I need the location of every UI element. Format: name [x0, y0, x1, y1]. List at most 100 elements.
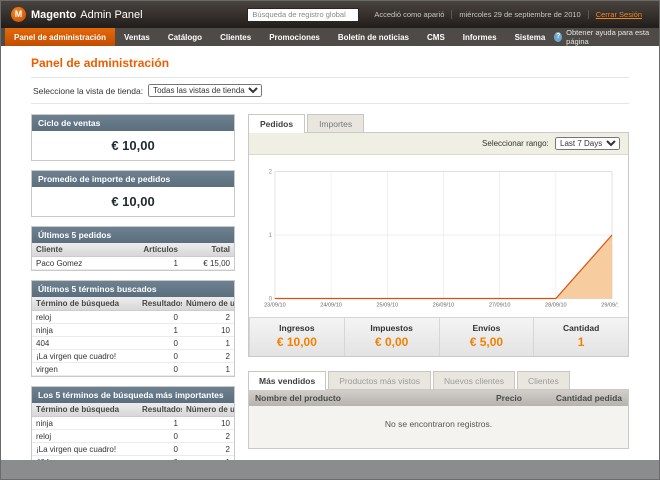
- stat-label: Cantidad: [562, 323, 600, 333]
- svg-text:23/09/10: 23/09/10: [264, 302, 286, 308]
- logout-link[interactable]: Cerrar Sesión: [587, 10, 649, 19]
- stat-item: Cantidad 1: [533, 318, 628, 356]
- search-results: 0: [138, 349, 182, 363]
- content-area: Panel de administración Seleccione la vi…: [1, 46, 659, 460]
- page-title: Panel de administración: [31, 56, 170, 70]
- search-term-row[interactable]: ¡La virgen que cuadro! 0 2: [32, 349, 234, 363]
- search-uses: 2: [182, 429, 234, 443]
- global-search-input[interactable]: [247, 7, 360, 22]
- tab-label: Clientes: [528, 376, 559, 386]
- order-items: 1: [138, 256, 182, 270]
- grid-tab[interactable]: Nuevos clientes: [433, 371, 516, 389]
- nav-item-label: Panel de administración: [14, 32, 107, 42]
- nav-item[interactable]: Panel de administración: [5, 28, 116, 46]
- products-table: Nombre del producto Precio Cantidad pedi…: [249, 390, 628, 448]
- help-link[interactable]: ? Obtener ayuda para esta página: [554, 28, 655, 46]
- search-term-row[interactable]: reloj 0 2: [32, 310, 234, 324]
- search-term-row[interactable]: reloj 0 2: [32, 429, 234, 443]
- col-header: Número de usos: [182, 403, 234, 417]
- magento-logo-icon: M: [11, 7, 26, 22]
- svg-text:27/09/10: 27/09/10: [489, 302, 511, 308]
- col-header: Total: [182, 243, 234, 257]
- nav-item[interactable]: CMS: [418, 28, 454, 46]
- last-orders-panel: Últimos 5 pedidos Cliente Artículos Tota…: [31, 226, 235, 271]
- nav-list: Panel de administración Ventas Catálogo …: [5, 28, 554, 46]
- col-header: Artículos: [138, 243, 182, 257]
- search-term: reloj: [32, 429, 138, 443]
- nav-item-label: Sistema: [514, 32, 546, 42]
- store-view-select[interactable]: Todas las vistas de tienda: [148, 84, 263, 97]
- search-term-row[interactable]: ¡La virgen que cuadro! 0 2: [32, 442, 234, 456]
- nav-item[interactable]: Ventas: [115, 28, 159, 46]
- tab-label: Pedidos: [260, 119, 294, 129]
- stat-value: 1: [577, 335, 585, 349]
- average-orders-panel: Promedio de importe de pedidos € 10,00: [31, 170, 235, 217]
- dashboard-main: Pedidos Importes Seleccionar rango: Last…: [248, 114, 629, 460]
- top-search-terms-table: Término de búsqueda Resultados Número de…: [32, 403, 234, 460]
- search-results: 0: [138, 336, 182, 350]
- svg-text:25/09/10: 25/09/10: [376, 302, 398, 308]
- nav-item-label: Clientes: [220, 32, 252, 42]
- magento-admin-screen: M MagentoAdmin Panel Accedió como aparió…: [0, 0, 660, 480]
- search-term: 404: [32, 336, 138, 350]
- average-orders-value: € 10,00: [111, 194, 155, 209]
- search-term-row[interactable]: virgen 0 1: [32, 362, 234, 376]
- nav-item[interactable]: Sistema: [506, 28, 555, 46]
- lifetime-sales-panel: Ciclo de ventas € 10,00: [31, 114, 235, 161]
- search-results: 1: [138, 416, 182, 430]
- search-term-row[interactable]: ninja 1 10: [32, 323, 234, 337]
- nav-item[interactable]: Clientes: [211, 28, 260, 46]
- nav-item-label: Promociones: [269, 32, 320, 42]
- svg-text:1: 1: [269, 233, 273, 239]
- stat-value: € 10,00: [276, 335, 317, 349]
- order-customer: Paco Gomez: [32, 256, 138, 270]
- col-header: Precio: [438, 390, 528, 406]
- header-right: Accedió como aparió miércoles 29 de sept…: [247, 7, 649, 22]
- brand-name: Magento: [31, 8, 77, 21]
- last-search-terms-panel: Últimos 5 términos buscados Término de b…: [31, 280, 235, 377]
- nav-item[interactable]: Catálogo: [159, 28, 211, 46]
- search-term: ¡La virgen que cuadro!: [32, 442, 138, 456]
- app-title: Magento Admin Panel: [31, 9, 143, 21]
- range-select[interactable]: Last 7 Days: [555, 137, 620, 150]
- grid-tab[interactable]: Clientes: [517, 371, 570, 389]
- nav-item[interactable]: Boletín de noticias: [329, 28, 418, 46]
- svg-text:28/09/10: 28/09/10: [545, 302, 567, 308]
- search-uses: 1: [182, 362, 234, 376]
- search-term-row[interactable]: 404 0 1: [32, 336, 234, 350]
- chart-svg: 01223/09/10 24/09/10 25/09/10 26/09/10 27/09…: [264, 170, 618, 309]
- col-header: Número de usos: [182, 297, 234, 311]
- lifetime-sales-value: € 10,00: [111, 138, 155, 153]
- diagram-tab[interactable]: Importes: [307, 114, 365, 132]
- diagram-tabs: Pedidos Importes: [248, 114, 629, 133]
- tab-label: Importes: [319, 119, 353, 129]
- col-header: Resultados: [138, 297, 182, 311]
- last-search-terms-table: Término de búsqueda Resultados Número de…: [32, 297, 234, 376]
- empty-grid-message: No se encontraron registros.: [249, 406, 628, 448]
- search-uses: 2: [182, 442, 234, 456]
- store-view-label: Seleccione la vista de tienda:: [33, 85, 144, 96]
- totals-bar: Ingresos € 10,00 Impuestos € 0,00 Envíos: [249, 317, 628, 356]
- nav-item[interactable]: Promociones: [260, 28, 329, 46]
- diagram-tab[interactable]: Pedidos: [248, 114, 306, 133]
- search-term: virgen: [32, 362, 138, 376]
- grid-tab[interactable]: Productos más vistos: [328, 371, 431, 389]
- tab-label: Más vendidos: [259, 376, 316, 386]
- svg-text:29/09/10: 29/09/10: [601, 302, 618, 308]
- average-orders-title: Promedio de importe de pedidos: [32, 171, 234, 187]
- search-uses: 10: [182, 416, 234, 430]
- stat-value: € 5,00: [469, 335, 504, 349]
- stat-label: Ingresos: [279, 323, 315, 333]
- tab-label: Productos más vistos: [339, 376, 420, 386]
- search-term: ninja: [32, 416, 138, 430]
- last-orders-title: Últimos 5 pedidos: [32, 227, 234, 243]
- order-row[interactable]: Paco Gomez 1 € 15,00: [32, 256, 234, 270]
- main-nav: Panel de administración Ventas Catálogo …: [1, 28, 659, 46]
- nav-item-label: Informes: [462, 32, 497, 42]
- search-term-row[interactable]: ninja 1 10: [32, 416, 234, 430]
- nav-item[interactable]: Informes: [454, 28, 506, 46]
- lifetime-sales-title: Ciclo de ventas: [32, 115, 234, 131]
- grid-tab[interactable]: Más vendidos: [248, 371, 327, 390]
- magento-logo: M Magento Admin Panel: [11, 7, 143, 22]
- nav-item-label: CMS: [427, 32, 445, 42]
